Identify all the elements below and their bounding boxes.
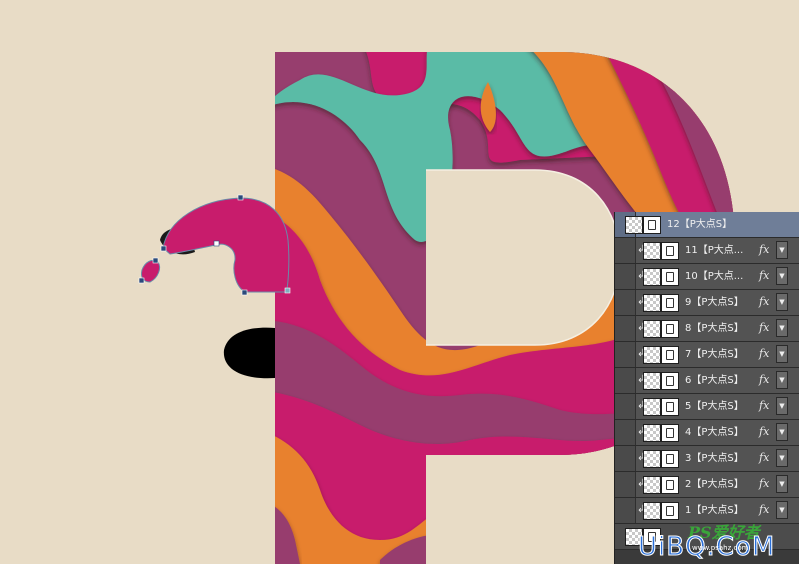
vector-mask-thumbnail-icon[interactable] (643, 216, 661, 234)
visibility-toggle[interactable] (615, 394, 636, 419)
layer-name[interactable]: 8【P大点S】 (685, 322, 757, 336)
vector-mask-thumbnail-icon[interactable] (661, 398, 679, 416)
layer-effects-icon[interactable]: fx (759, 477, 773, 491)
visibility-toggle[interactable] (615, 446, 636, 471)
layer-effects-icon[interactable]: fx (759, 503, 773, 517)
layer-thumbnail-icon[interactable] (643, 372, 661, 390)
path-anchor-point[interactable] (152, 257, 159, 264)
layer-row[interactable]: ↲ 4【P大点S】 fx ▼ (615, 420, 799, 446)
effects-expand-arrow-icon[interactable]: ▼ (776, 267, 788, 285)
layer-effects-icon[interactable]: fx (759, 373, 773, 387)
layer-thumbnail-icon[interactable] (643, 268, 661, 286)
layer-row[interactable]: ↲ 7【P大点S】 fx ▼ (615, 342, 799, 368)
visibility-toggle[interactable] (615, 290, 636, 315)
visibility-toggle[interactable] (615, 420, 636, 445)
layer-thumbnail-icon[interactable] (643, 242, 661, 260)
effects-expand-arrow-icon[interactable]: ▼ (776, 501, 788, 519)
layer-row[interactable]: ↲ 11【P大点... fx ▼ (615, 238, 799, 264)
layer-effects-icon[interactable]: fx (759, 269, 773, 283)
layer-thumbnail-icon[interactable] (643, 424, 661, 442)
vector-mask-thumbnail-icon[interactable] (661, 346, 679, 364)
layer-row[interactable]: ↲ 2【P大点S】 fx ▼ (615, 472, 799, 498)
effects-expand-arrow-icon[interactable]: ▼ (776, 397, 788, 415)
layer-name[interactable]: 3【P大点S】 (685, 452, 757, 466)
effects-expand-arrow-icon[interactable]: ▼ (776, 475, 788, 493)
layer-effects-icon[interactable]: fx (759, 425, 773, 439)
layer-row[interactable]: 12【P大点S】 (615, 212, 799, 238)
layer-row[interactable]: ↲ 6【P大点S】 fx ▼ (615, 368, 799, 394)
layer-row[interactable]: ↲ 8【P大点S】 fx ▼ (615, 316, 799, 342)
vector-mask-thumbnail-icon[interactable] (661, 424, 679, 442)
layer-name[interactable]: 1【P大点S】 (685, 504, 757, 518)
vector-mask-thumbnail-icon[interactable] (661, 372, 679, 390)
layer-thumbnail-icon[interactable] (643, 294, 661, 312)
path-anchor-point[interactable] (138, 277, 145, 284)
magenta-tongue-shape[interactable] (162, 197, 290, 293)
watermark: PS爱好者 UiBQ.CoM www.psahz.com (628, 518, 799, 564)
visibility-toggle[interactable] (615, 238, 636, 263)
layer-name[interactable]: 12【P大点S】 (667, 218, 777, 232)
visibility-toggle[interactable] (615, 264, 636, 289)
layer-name[interactable]: 10【P大点... (685, 270, 757, 284)
effects-expand-arrow-icon[interactable]: ▼ (776, 293, 788, 311)
p-counter-edge (426, 169, 621, 346)
path-anchor-point[interactable] (237, 194, 244, 201)
vector-mask-thumbnail-icon[interactable] (661, 294, 679, 312)
path-anchor-point[interactable] (160, 245, 167, 252)
layer-name[interactable]: 6【P大点S】 (685, 374, 757, 388)
layer-name[interactable]: 5【P大点S】 (685, 400, 757, 414)
layer-row[interactable]: ↲ 5【P大点S】 fx ▼ (615, 394, 799, 420)
layer-effects-icon[interactable]: fx (759, 321, 773, 335)
layer-row[interactable]: ↲ 9【P大点S】 fx ▼ (615, 290, 799, 316)
layer-effects-icon[interactable]: fx (759, 243, 773, 257)
layer-row[interactable]: ↲ 10【P大点... fx ▼ (615, 264, 799, 290)
effects-expand-arrow-icon[interactable]: ▼ (776, 345, 788, 363)
vector-mask-thumbnail-icon[interactable] (661, 242, 679, 260)
vector-mask-thumbnail-icon[interactable] (661, 476, 679, 494)
path-anchor-point[interactable] (213, 240, 220, 247)
layer-effects-icon[interactable]: fx (759, 399, 773, 413)
layer-name[interactable]: 7【P大点S】 (685, 348, 757, 362)
layer-name[interactable]: 4【P大点S】 (685, 426, 757, 440)
layer-thumbnail-icon[interactable] (625, 216, 643, 234)
layer-effects-icon[interactable]: fx (759, 295, 773, 309)
layer-row[interactable]: ↲ 3【P大点S】 fx ▼ (615, 446, 799, 472)
vector-mask-thumbnail-icon[interactable] (661, 268, 679, 286)
layer-name[interactable]: 2【P大点S】 (685, 478, 757, 492)
effects-expand-arrow-icon[interactable]: ▼ (776, 423, 788, 441)
layers-panel[interactable]: 12【P大点S】 ↲ 11【P大点... fx ▼ ↲ 10【P大点... fx ▼ ↲ 9【P大点… (614, 212, 799, 564)
effects-expand-arrow-icon[interactable]: ▼ (776, 241, 788, 259)
black-blob (223, 327, 275, 379)
layer-effects-icon[interactable]: fx (759, 451, 773, 465)
layer-thumbnail-icon[interactable] (643, 320, 661, 338)
visibility-toggle[interactable] (615, 316, 636, 341)
path-anchor-point[interactable] (241, 289, 248, 296)
visibility-toggle[interactable] (615, 342, 636, 367)
layer-thumbnail-icon[interactable] (643, 346, 661, 364)
watermark-site: www.psahz.com (692, 544, 749, 552)
layer-thumbnail-icon[interactable] (643, 476, 661, 494)
layer-name[interactable]: 9【P大点S】 (685, 296, 757, 310)
visibility-toggle[interactable] (615, 368, 636, 393)
vector-mask-thumbnail-icon[interactable] (661, 450, 679, 468)
layer-thumbnail-icon[interactable] (643, 398, 661, 416)
vector-mask-thumbnail-icon[interactable] (661, 320, 679, 338)
visibility-toggle[interactable] (615, 472, 636, 497)
effects-expand-arrow-icon[interactable]: ▼ (776, 449, 788, 467)
layer-thumbnail-icon[interactable] (643, 450, 661, 468)
layer-name[interactable]: 11【P大点... (685, 244, 757, 258)
layer-effects-icon[interactable]: fx (759, 347, 773, 361)
effects-expand-arrow-icon[interactable]: ▼ (776, 319, 788, 337)
effects-expand-arrow-icon[interactable]: ▼ (776, 371, 788, 389)
path-anchor-point[interactable] (284, 287, 291, 294)
